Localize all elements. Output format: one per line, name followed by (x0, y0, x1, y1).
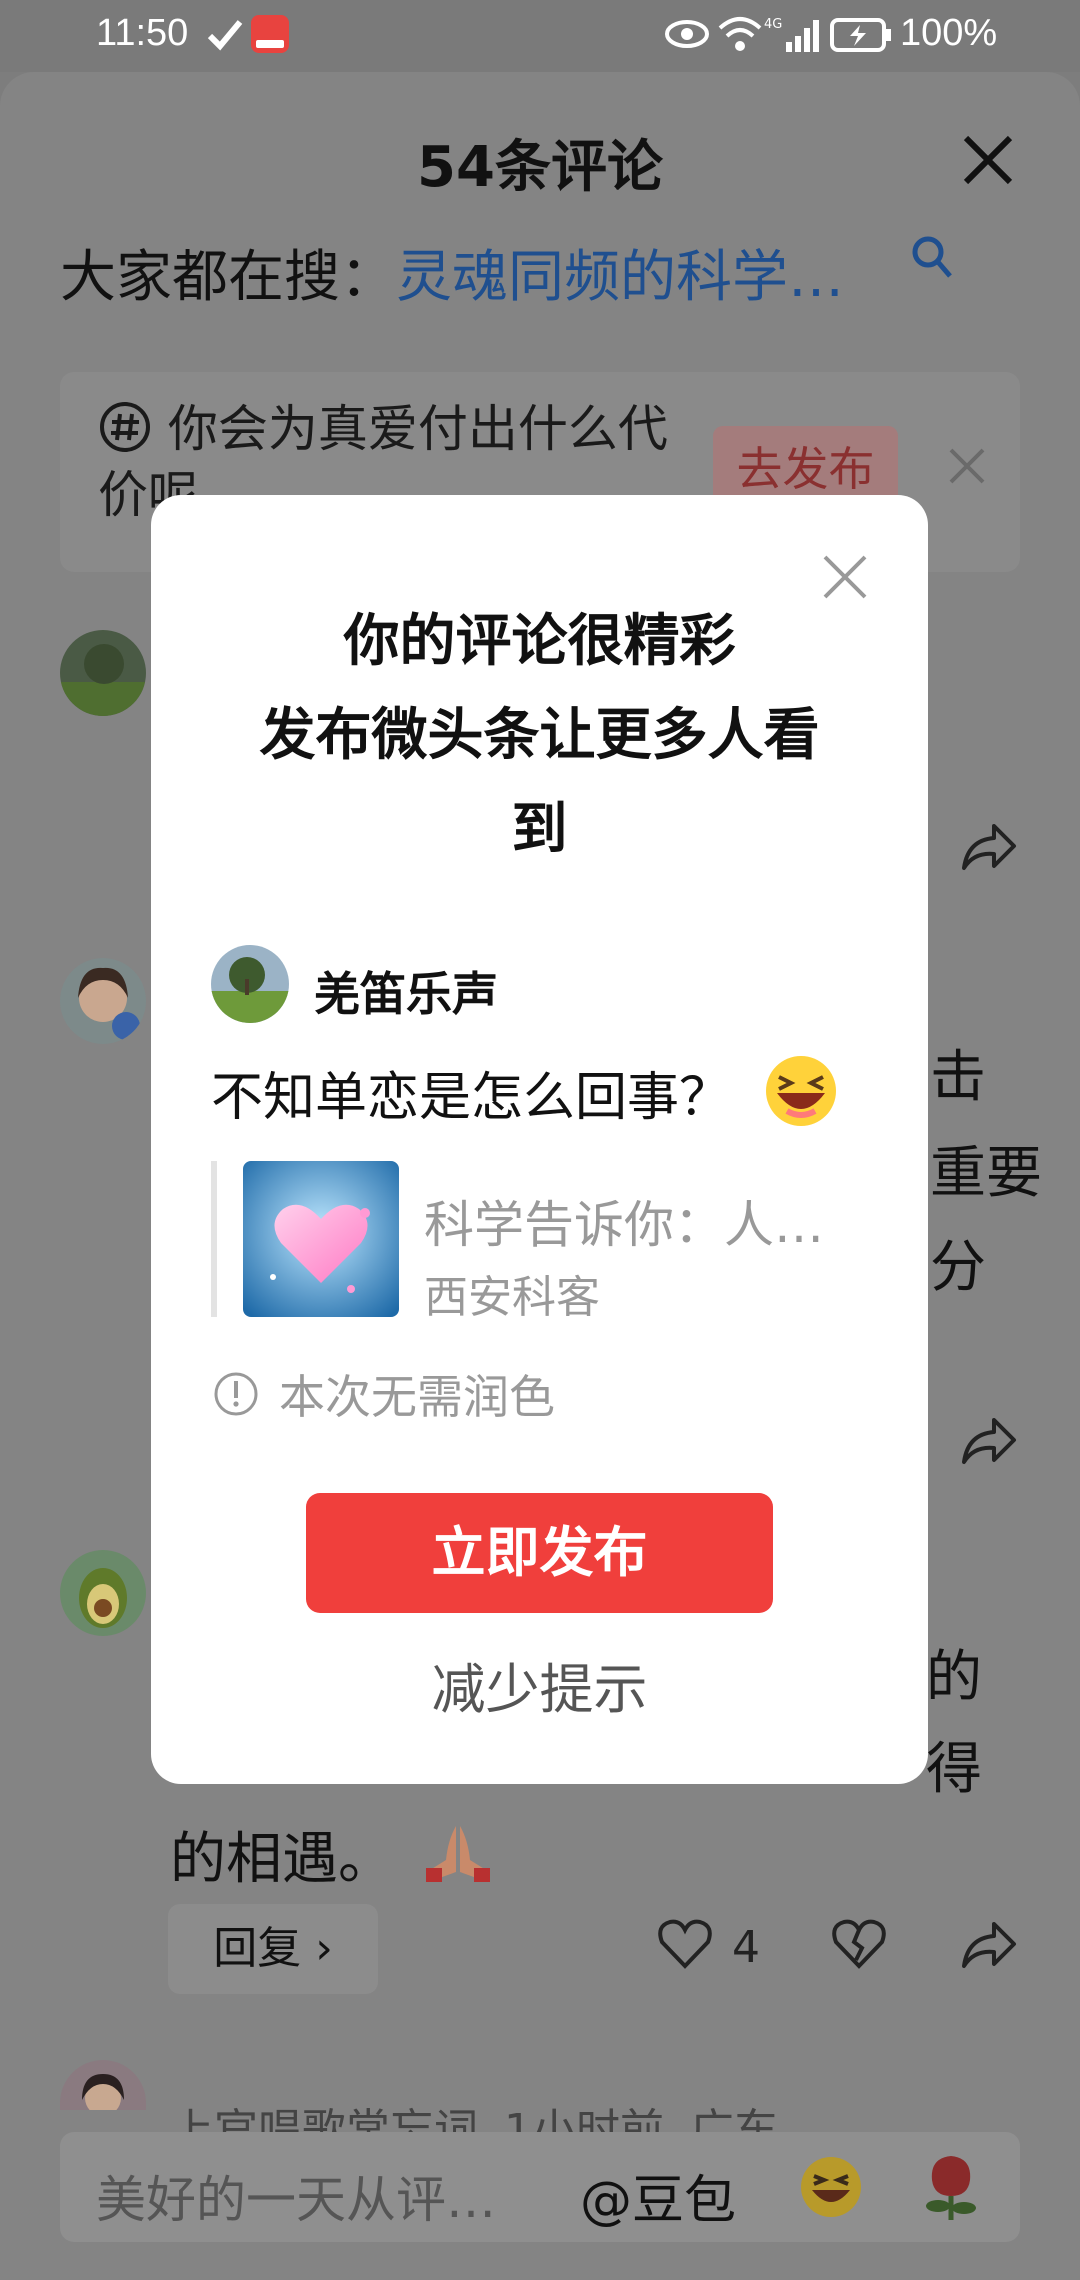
comment-text-fragment: 的相遇。 (170, 1827, 394, 1892)
rose-icon[interactable] (918, 2152, 984, 2222)
comment-text-fragment: 得 (926, 1737, 982, 1802)
like-count: 4 (732, 1922, 760, 1973)
reduce-prompts-link[interactable]: 减少提示 (151, 1645, 928, 1724)
avocado-avatar-image (60, 1550, 146, 1636)
close-icon[interactable] (958, 130, 1018, 190)
check-icon (207, 20, 243, 51)
wifi-icon (718, 17, 762, 51)
hashtag-icon (100, 402, 150, 452)
share-icon[interactable] (960, 820, 1018, 874)
comment-text: 不知单恋是怎么回事？ (211, 1068, 732, 1128)
dislike-icon[interactable] (830, 1918, 888, 1970)
article-title: 科学告诉你：人… (424, 1196, 824, 1254)
avatar[interactable] (60, 958, 146, 1044)
comment-input-bar[interactable]: 美好的一天从评… @豆包 (60, 2132, 1020, 2242)
polish-notice: 本次无需润色 (279, 1370, 555, 1424)
avatar[interactable] (60, 1550, 146, 1636)
hot-search-term[interactable]: 灵魂同频的科学… (396, 245, 844, 310)
avatar[interactable] (60, 2060, 146, 2110)
pray-hands-icon (426, 1826, 490, 1882)
comment-input-placeholder[interactable]: 美好的一天从评… (96, 2160, 496, 2232)
landscape-avatar-image (60, 630, 146, 716)
comment-text-fragment: 重要 (930, 1141, 1042, 1206)
like-icon[interactable] (656, 1918, 714, 1970)
comment-text-fragment: 的 (926, 1645, 982, 1710)
dialog-title: 你的评论很精彩 发布微头条让更多人看 到 (259, 609, 820, 862)
comment-text-fragment: 击 (930, 1045, 986, 1110)
svg-text:4G: 4G (764, 17, 782, 32)
share-icon[interactable] (960, 1918, 1018, 1972)
share-icon[interactable] (960, 1414, 1018, 1468)
comment-text-fragment: 分 (930, 1235, 986, 1300)
hot-search-prefix: 大家都在搜： (60, 245, 396, 310)
close-icon[interactable] (945, 444, 989, 488)
article-thumbnail (243, 1161, 399, 1317)
toutiao-app-icon (251, 15, 289, 53)
publish-dialog: 你的评论很精彩 发布微头条让更多人看 到 羌笛乐声 不知单恋是怎么回事？ 科学告… (151, 495, 928, 1784)
battery-icon (830, 18, 891, 52)
close-icon[interactable] (821, 553, 869, 601)
info-icon (214, 1372, 258, 1416)
search-icon[interactable] (910, 234, 954, 284)
publish-now-button[interactable]: 立即发布 (306, 1493, 773, 1613)
reply-button[interactable]: 回复 › (168, 1904, 378, 1994)
user-avatar (211, 945, 289, 1023)
status-time: 11:50 (96, 12, 189, 54)
comments-title: 54条评论 (417, 135, 663, 200)
laughing-emoji-icon[interactable] (798, 2154, 864, 2220)
hot-search-row[interactable]: 大家都在搜：灵魂同频的科学… (60, 232, 844, 313)
eye-icon (665, 20, 709, 48)
laughing-emoji-icon (766, 1056, 836, 1126)
quote-bar (211, 1161, 217, 1317)
signal-icon: 4G (764, 17, 819, 52)
heart-image (243, 1161, 399, 1317)
username: 羌笛乐声 (314, 967, 498, 1021)
landscape-avatar-image (211, 945, 289, 1023)
battery-level: 100% (900, 12, 998, 54)
avatar[interactable] (60, 630, 146, 716)
user-avatar-image (60, 2060, 146, 2110)
mention-doubao-button[interactable]: @豆包 (580, 2158, 736, 2233)
status-bar: 11:50 4G 100% (0, 0, 1080, 72)
girl-avatar-image (60, 958, 146, 1044)
article-source: 西安科客 (424, 1272, 600, 1323)
